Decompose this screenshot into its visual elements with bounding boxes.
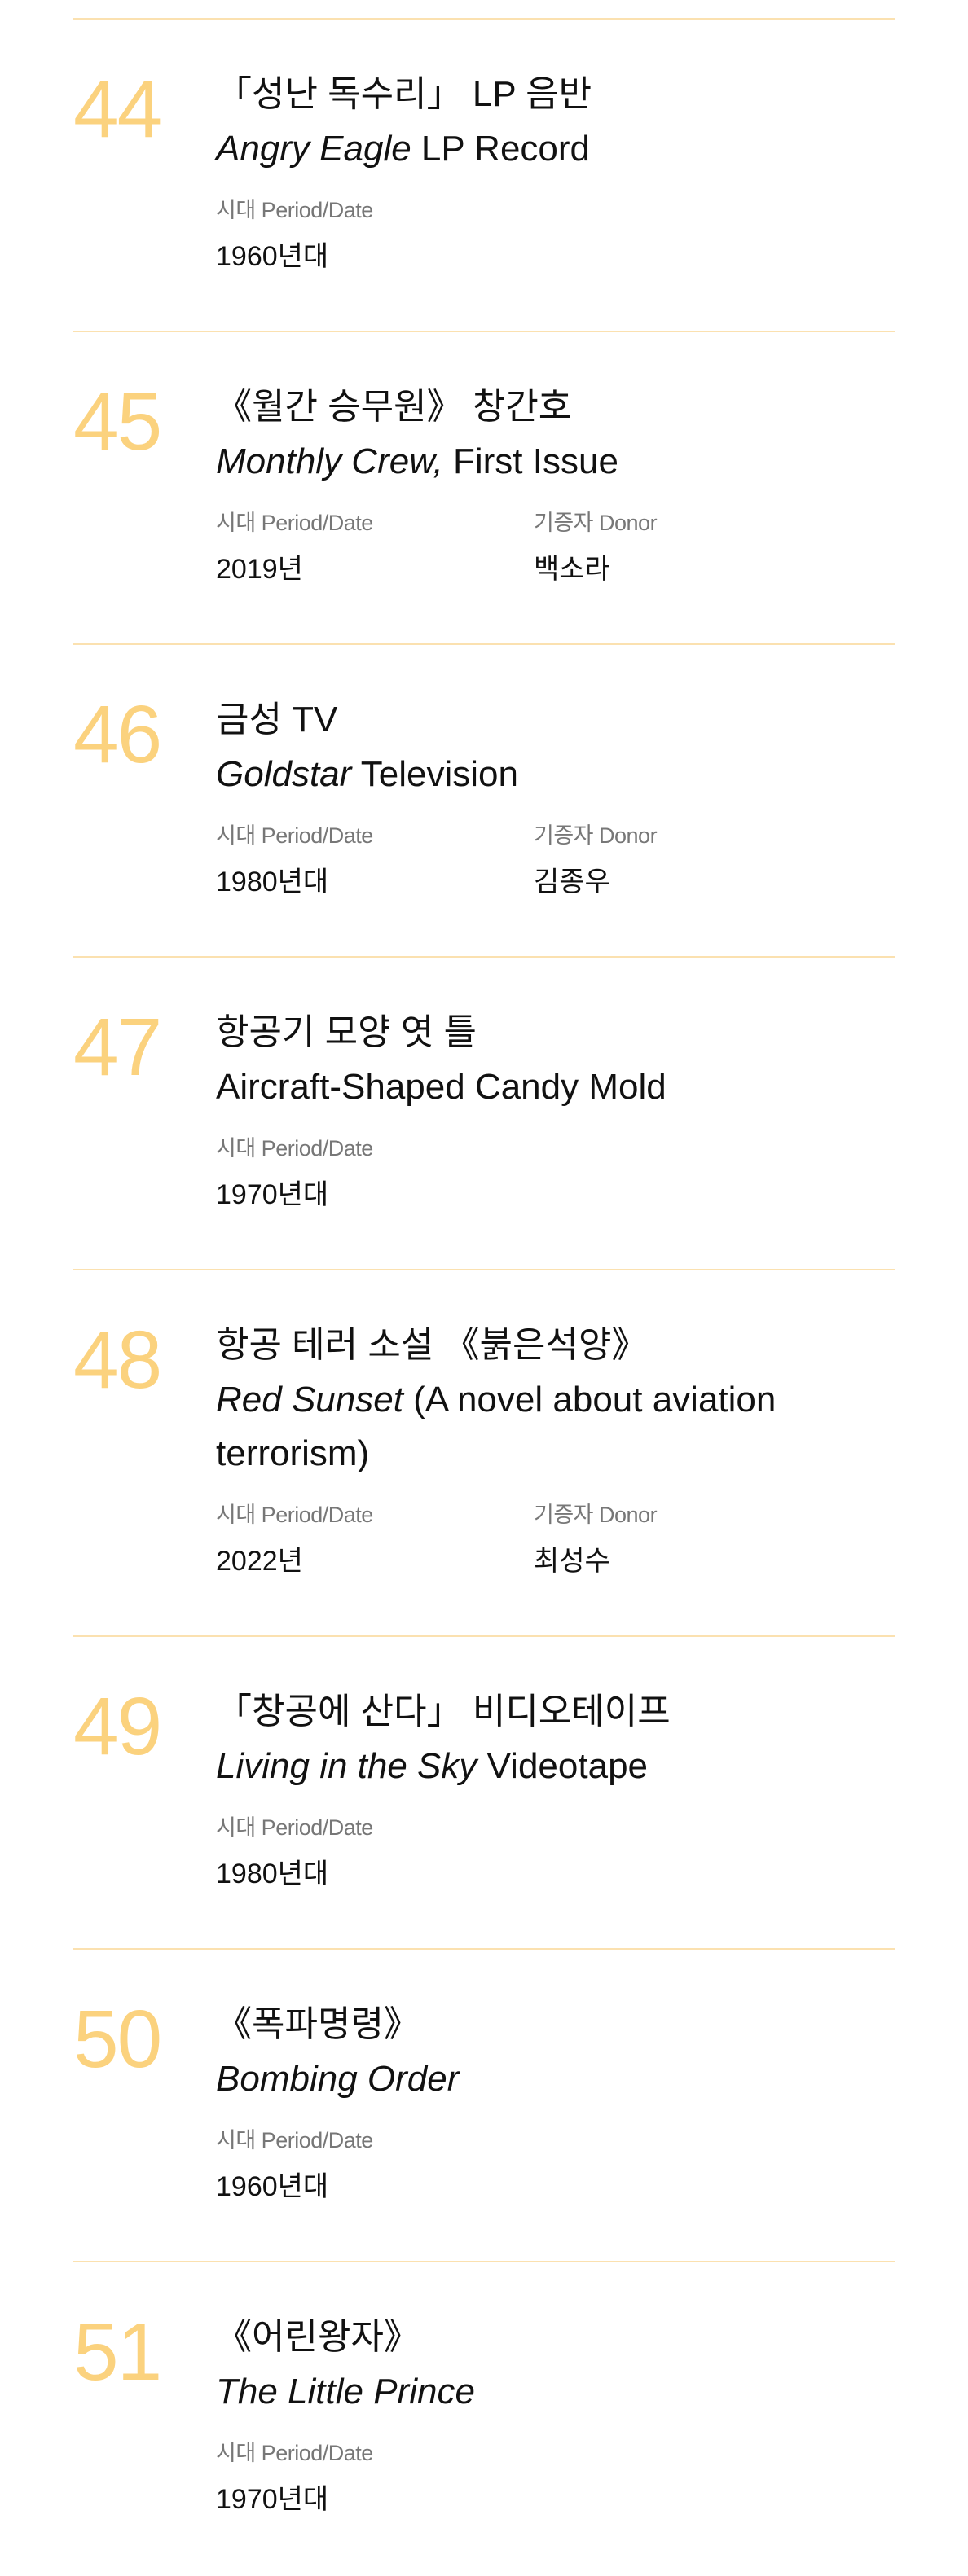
collection-item: 45 《월간 승무원》 창간호 Monthly Crew, First Issu… (73, 331, 895, 643)
item-number: 50 (73, 1994, 162, 2085)
period-value: 1970년대 (216, 1179, 329, 1210)
period-field: 시대 Period/Date 2022년 (216, 1499, 534, 1582)
period-label: 시대 Period/Date (216, 511, 373, 535)
period-field: 시대 Period/Date 2019년 (216, 507, 534, 590)
item-number: 51 (73, 2306, 162, 2398)
collection-item: 44 「성난 독수리」 LP 음반 Angry Eagle LP Record … (73, 18, 895, 331)
item-title-korean: 「성난 독수리」 LP 음반 (216, 74, 592, 114)
period-value: 1960년대 (216, 2171, 329, 2202)
item-title-english: The Little Prince (216, 2365, 895, 2419)
item-title-english-rest: Aircraft-Shaped Candy Mold (216, 1067, 667, 1107)
item-body: 항공 테러 소설 《붉은석양》 Red Sunset (A novel abou… (216, 1318, 895, 1582)
donor-label: 기증자 Donor (534, 511, 658, 535)
item-title-korean: 항공 테러 소설 《붉은석양》 (216, 1325, 648, 1365)
period-label: 시대 Period/Date (216, 2128, 373, 2153)
item-title-korean: 《어린왕자》 (216, 2317, 420, 2357)
period-field: 시대 Period/Date 1980년대 (216, 1811, 534, 1894)
item-number: 48 (73, 1314, 162, 1406)
item-title-english: Monthly Crew, First Issue (216, 435, 895, 489)
item-meta: 시대 Period/Date 2019년 기증자 Donor 백소라 (216, 507, 895, 590)
donor-field: 기증자 Donor 김종우 (534, 819, 851, 902)
period-label: 시대 Period/Date (216, 823, 373, 848)
period-value: 1980년대 (216, 867, 329, 897)
item-title-english: Red Sunset (A novel about aviation terro… (216, 1373, 895, 1481)
item-title-english: Angry Eagle LP Record (216, 122, 895, 176)
donor-value: 최성수 (534, 1546, 610, 1577)
item-number: 44 (73, 64, 162, 155)
donor-field: 기증자 Donor 백소라 (534, 507, 851, 590)
item-title-english: Living in the Sky Videotape (216, 1740, 895, 1793)
item-body: 《월간 승무원》 창간호 Monthly Crew, First Issue 시… (216, 380, 895, 590)
item-meta: 시대 Period/Date 2022년 기증자 Donor 최성수 (216, 1499, 895, 1582)
period-field: 시대 Period/Date 1960년대 (216, 2124, 534, 2207)
item-title-korean: 《폭파명령》 (216, 2004, 420, 2044)
period-value: 2019년 (216, 554, 303, 585)
item-title-english-rest: Television (351, 754, 518, 794)
period-field: 시대 Period/Date 1960년대 (216, 194, 534, 277)
item-title-english-rest: First Issue (442, 441, 618, 481)
item-number: 46 (73, 689, 162, 780)
item-title-english-italic: Bombing Order (216, 2059, 460, 2099)
item-meta: 시대 Period/Date 1980년대 (216, 1811, 895, 1894)
period-value: 1970년대 (216, 2484, 329, 2515)
item-title-english-rest: Videotape (477, 1746, 649, 1786)
item-title-english: Aircraft-Shaped Candy Mold (216, 1060, 895, 1114)
item-title-english-italic: Angry Eagle (216, 129, 411, 169)
period-value: 2022년 (216, 1546, 303, 1577)
item-body: 《어린왕자》 The Little Prince 시대 Period/Date … (216, 2310, 895, 2520)
period-label: 시대 Period/Date (216, 1503, 373, 1527)
item-number: 45 (73, 376, 162, 467)
item-title-english-italic: Red Sunset (216, 1380, 403, 1420)
item-title-english: Bombing Order (216, 2052, 895, 2106)
item-number: 47 (73, 1002, 162, 1093)
item-title-english-italic: Goldstar (216, 754, 352, 794)
period-field: 시대 Period/Date 1970년대 (216, 1132, 534, 1215)
donor-label: 기증자 Donor (534, 1503, 658, 1527)
item-meta: 시대 Period/Date 1960년대 (216, 2124, 895, 2207)
period-field: 시대 Period/Date 1980년대 (216, 819, 534, 902)
item-body: 항공기 모양 엿 틀 Aircraft-Shaped Candy Mold 시대… (216, 1005, 895, 1215)
collection-item: 46 금성 TV Goldstar Television 시대 Period/D… (73, 643, 895, 956)
period-label: 시대 Period/Date (216, 1136, 373, 1161)
item-title-korean: 금성 TV (216, 700, 338, 739)
collection-item: 49 「창공에 산다」 비디오테이프 Living in the Sky Vid… (73, 1635, 895, 1948)
period-label: 시대 Period/Date (216, 2441, 373, 2465)
item-title-korean: 항공기 모양 엿 틀 (216, 1012, 477, 1052)
donor-label: 기증자 Donor (534, 823, 658, 848)
donor-value: 김종우 (534, 867, 610, 897)
collection-item: 47 항공기 모양 엿 틀 Aircraft-Shaped Candy Mold… (73, 956, 895, 1269)
item-title-english-italic: Living in the Sky (216, 1746, 477, 1786)
collection-item: 51 《어린왕자》 The Little Prince 시대 Period/Da… (73, 2261, 895, 2576)
item-title-korean: 《월간 승무원》 창간호 (216, 387, 572, 427)
item-number: 49 (73, 1681, 162, 1772)
period-value: 1980년대 (216, 1858, 329, 1889)
period-label: 시대 Period/Date (216, 1815, 373, 1840)
item-title-english: Goldstar Television (216, 748, 895, 801)
period-value: 1960년대 (216, 241, 329, 272)
item-title-english-italic: Monthly Crew, (216, 441, 443, 481)
donor-field: 기증자 Donor 최성수 (534, 1499, 851, 1582)
item-body: 「창공에 산다」 비디오테이프 Living in the Sky Videot… (216, 1684, 895, 1894)
item-body: 《폭파명령》 Bombing Order 시대 Period/Date 1960… (216, 1997, 895, 2207)
item-meta: 시대 Period/Date 1970년대 (216, 1132, 895, 1215)
collection-list: 44 「성난 독수리」 LP 음반 Angry Eagle LP Record … (73, 0, 895, 2576)
item-meta: 시대 Period/Date 1970년대 (216, 2437, 895, 2520)
period-field: 시대 Period/Date 1970년대 (216, 2437, 534, 2520)
item-body: 금성 TV Goldstar Television 시대 Period/Date… (216, 692, 895, 902)
item-title-english-italic: The Little Prince (216, 2372, 475, 2411)
item-title-english-rest: LP Record (411, 129, 591, 169)
item-title-korean: 「창공에 산다」 비디오테이프 (216, 1692, 671, 1731)
period-label: 시대 Period/Date (216, 198, 373, 222)
collection-item: 50 《폭파명령》 Bombing Order 시대 Period/Date 1… (73, 1948, 895, 2261)
item-body: 「성난 독수리」 LP 음반 Angry Eagle LP Record 시대 … (216, 67, 895, 277)
collection-item: 48 항공 테러 소설 《붉은석양》 Red Sunset (A novel a… (73, 1269, 895, 1635)
donor-value: 백소라 (534, 554, 610, 585)
item-meta: 시대 Period/Date 1960년대 (216, 194, 895, 277)
item-meta: 시대 Period/Date 1980년대 기증자 Donor 김종우 (216, 819, 895, 902)
